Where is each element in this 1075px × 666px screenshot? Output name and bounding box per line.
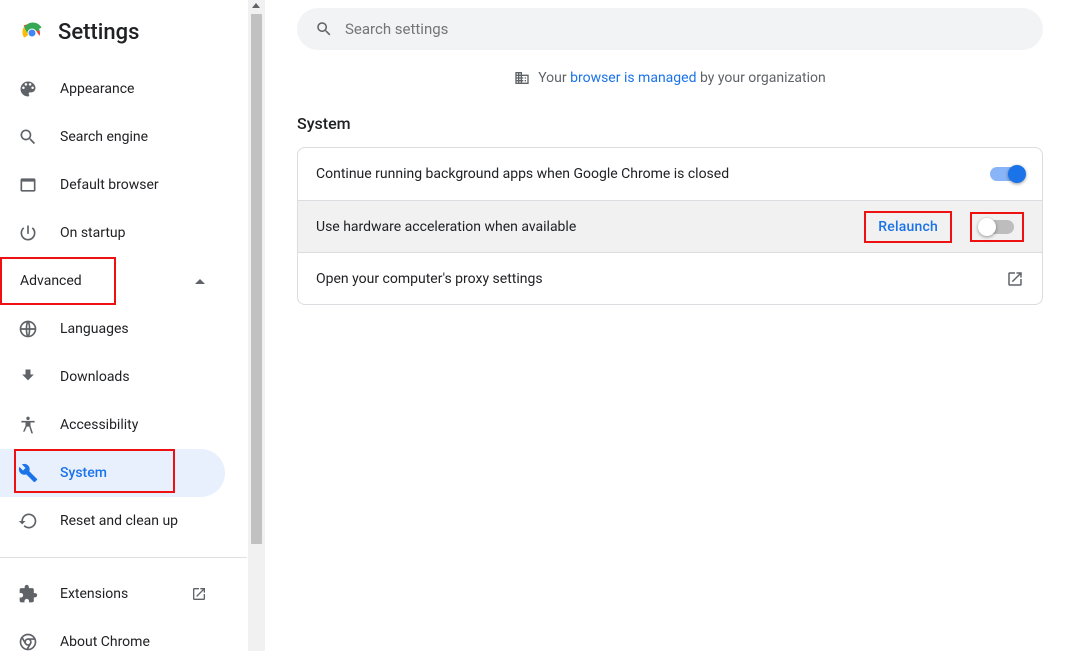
advanced-label: Advanced bbox=[20, 273, 96, 289]
window-icon bbox=[18, 175, 38, 195]
managed-link[interactable]: browser is managed bbox=[570, 70, 696, 86]
section-title: System bbox=[297, 114, 1043, 133]
settings-header: Settings bbox=[0, 8, 247, 65]
sidebar-item-label: Reset and clean up bbox=[60, 513, 207, 529]
search-settings[interactable] bbox=[297, 8, 1043, 50]
sidebar-item-label: System bbox=[60, 465, 207, 481]
wrench-icon bbox=[18, 463, 38, 483]
row-hardware-acceleration[interactable]: Use hardware acceleration when available… bbox=[298, 200, 1042, 252]
sidebar-divider bbox=[0, 557, 247, 558]
row-label: Use hardware acceleration when available bbox=[316, 219, 864, 235]
open-external-icon bbox=[191, 586, 207, 602]
building-icon bbox=[514, 70, 530, 86]
sidebar-item-extensions[interactable]: Extensions bbox=[0, 570, 225, 618]
sidebar-item-label: Languages bbox=[60, 321, 207, 337]
sidebar-item-search-engine[interactable]: Search engine bbox=[0, 113, 225, 161]
restore-icon bbox=[18, 511, 38, 531]
sidebar-item-label: About Chrome bbox=[60, 634, 207, 650]
sidebar-item-downloads[interactable]: Downloads bbox=[0, 353, 225, 401]
sidebar-item-label: Appearance bbox=[60, 81, 207, 97]
power-icon bbox=[18, 223, 38, 243]
row-label: Open your computer's proxy settings bbox=[316, 271, 1006, 287]
row-background-apps[interactable]: Continue running background apps when Go… bbox=[298, 148, 1042, 200]
sidebar-section-advanced[interactable]: Advanced bbox=[0, 257, 116, 305]
sidebar-item-label: Default browser bbox=[60, 177, 207, 193]
chrome-mono-icon bbox=[18, 632, 38, 652]
accessibility-icon bbox=[18, 415, 38, 435]
settings-card: Continue running background apps when Go… bbox=[297, 147, 1043, 305]
sidebar-item-languages[interactable]: Languages bbox=[0, 305, 225, 353]
sidebar-item-label: On startup bbox=[60, 225, 207, 241]
sidebar-item-reset[interactable]: Reset and clean up bbox=[0, 497, 225, 545]
sidebar-item-label: Search engine bbox=[60, 129, 207, 145]
row-proxy-settings[interactable]: Open your computer's proxy settings bbox=[298, 252, 1042, 304]
page-title: Settings bbox=[58, 20, 139, 45]
managed-text: Your browser is managed by your organiza… bbox=[538, 70, 826, 86]
sidebar-item-about[interactable]: About Chrome bbox=[0, 618, 225, 666]
scroll-thumb[interactable] bbox=[251, 14, 262, 544]
search-input[interactable] bbox=[345, 20, 1025, 38]
sidebar-item-appearance[interactable]: Appearance bbox=[0, 65, 225, 113]
sidebar-item-label: Downloads bbox=[60, 369, 207, 385]
toggle-hardware-acceleration[interactable] bbox=[980, 220, 1014, 234]
extension-icon bbox=[18, 584, 38, 604]
search-icon bbox=[18, 127, 38, 147]
sidebar-item-default-browser[interactable]: Default browser bbox=[0, 161, 225, 209]
scroll-up-icon bbox=[252, 3, 260, 8]
chrome-logo-icon bbox=[20, 21, 44, 45]
managed-notice: Your browser is managed by your organiza… bbox=[297, 70, 1043, 86]
globe-icon bbox=[18, 319, 38, 339]
search-icon bbox=[315, 20, 333, 38]
scrollbar[interactable] bbox=[248, 0, 265, 651]
main-content: Your browser is managed by your organiza… bbox=[265, 0, 1075, 651]
download-icon bbox=[18, 367, 38, 387]
sidebar-item-label: Accessibility bbox=[60, 417, 207, 433]
sidebar-item-system[interactable]: System bbox=[0, 449, 225, 497]
sidebar-item-label: Extensions bbox=[60, 586, 191, 602]
toggle-background-apps[interactable] bbox=[990, 167, 1024, 181]
open-external-icon bbox=[1006, 270, 1024, 288]
chevron-up-icon bbox=[195, 279, 205, 284]
palette-icon bbox=[18, 79, 38, 99]
relaunch-button[interactable]: Relaunch bbox=[864, 211, 952, 243]
sidebar-item-on-startup[interactable]: On startup bbox=[0, 209, 225, 257]
sidebar-item-accessibility[interactable]: Accessibility bbox=[0, 401, 225, 449]
sidebar: Settings Appearance Search engine Defaul… bbox=[0, 0, 248, 651]
row-label: Continue running background apps when Go… bbox=[316, 166, 990, 182]
